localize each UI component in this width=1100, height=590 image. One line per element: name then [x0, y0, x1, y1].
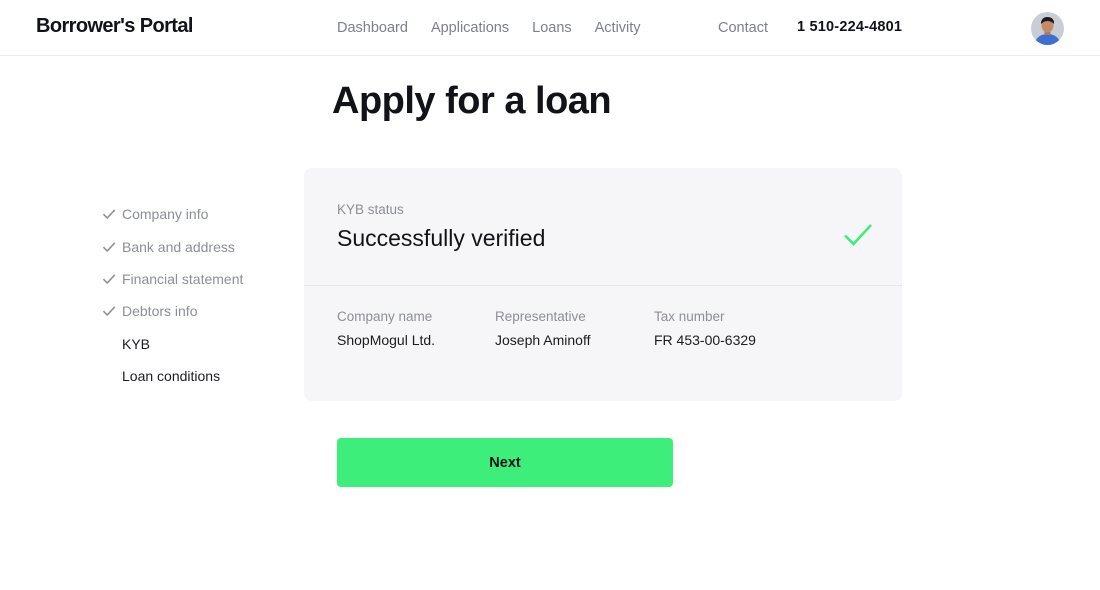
divider — [304, 285, 902, 286]
representative-field: Representative Joseph Aminoff — [495, 309, 590, 348]
step-label: Company info — [122, 206, 209, 223]
application-steps: Company info Bank and address Financial … — [102, 198, 243, 392]
step-label: Debtors info — [122, 303, 198, 320]
checkmark-icon — [102, 273, 122, 285]
step-debtors-info[interactable]: Debtors info — [102, 295, 243, 327]
field-value: FR 453-00-6329 — [654, 332, 756, 348]
field-label: Representative — [495, 309, 586, 324]
brand-logo[interactable]: Borrower's Portal — [36, 15, 193, 38]
step-company-info[interactable]: Company info — [102, 198, 243, 230]
user-avatar[interactable] — [1031, 12, 1064, 45]
page-title: Apply for a loan — [332, 80, 612, 122]
checkmark-icon — [102, 208, 122, 220]
nav-contact[interactable]: Contact — [718, 20, 768, 36]
checkmark-icon — [102, 241, 122, 253]
field-label: Tax number — [654, 309, 725, 324]
field-value: ShopMogul Ltd. — [337, 332, 436, 348]
verified-check-icon — [843, 222, 873, 253]
step-financial-statement[interactable]: Financial statement — [102, 263, 243, 295]
nav-dashboard[interactable]: Dashboard — [337, 20, 408, 36]
step-label: Loan conditions — [122, 368, 221, 385]
step-kyb[interactable]: KYB — [102, 328, 243, 360]
checkmark-icon — [102, 305, 122, 317]
nav-applications[interactable]: Applications — [431, 20, 509, 36]
step-label: KYB — [122, 335, 151, 352]
kyb-status-value: Successfully verified — [337, 225, 546, 251]
nav-loans[interactable]: Loans — [532, 20, 572, 36]
step-bank-address[interactable]: Bank and address — [102, 230, 243, 262]
avatar-icon — [1031, 12, 1064, 45]
main-nav: Dashboard Applications Loans Activity — [337, 20, 664, 36]
step-label: Bank and address — [122, 238, 235, 255]
field-label: Company name — [337, 309, 433, 324]
next-button[interactable]: Next — [337, 438, 673, 487]
phone-number: 1 510-224-4801 — [797, 19, 903, 35]
kyb-status-label: KYB status — [337, 202, 404, 217]
step-label: Financial statement — [122, 270, 244, 287]
top-bar: Borrower's Portal Dashboard Applications… — [0, 0, 1100, 56]
tax-number-field: Tax number FR 453-00-6329 — [654, 309, 756, 348]
kyb-status-card: KYB status Successfully verified Company… — [304, 168, 902, 401]
nav-activity[interactable]: Activity — [595, 20, 641, 36]
company-name-field: Company name ShopMogul Ltd. — [337, 309, 435, 348]
step-loan-conditions[interactable]: Loan conditions — [102, 360, 243, 392]
field-value: Joseph Aminoff — [495, 332, 591, 348]
